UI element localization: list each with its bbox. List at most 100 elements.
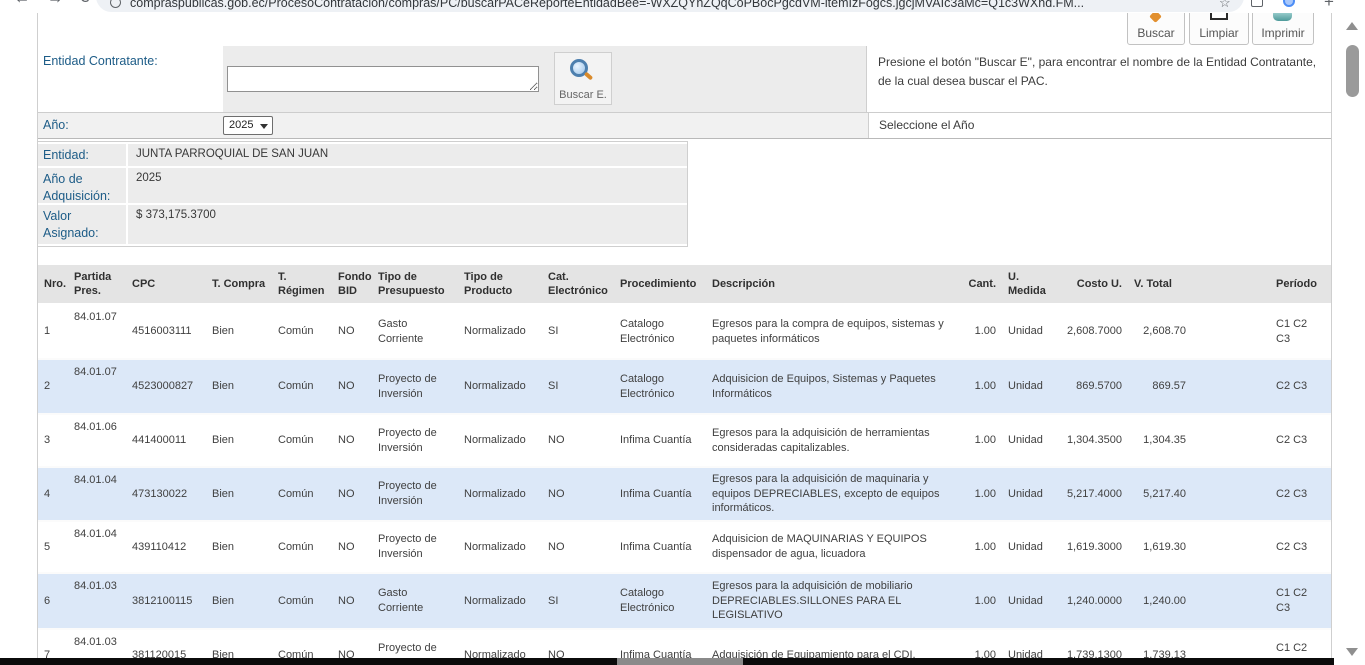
vertical-scrollbar[interactable] [1334,13,1365,665]
buscar-e-button[interactable]: Buscar E. [554,52,612,105]
cell-descripcion: Egresos para la adquisición de herramien… [706,414,962,467]
cell-cat-electronico: NO [542,521,614,573]
buscar-button[interactable]: Buscar [1127,13,1185,45]
entidad-contratante-input[interactable] [227,66,539,92]
back-icon[interactable]: ← [14,0,30,7]
content-frame: Buscar Limpiar Imprimir Entidad Contrata… [37,13,1332,658]
anio-select[interactable]: 2025 [223,116,273,135]
table-row: 284.01.074523000827BienComúnNOProyecto d… [38,359,1331,414]
cell-descripcion: Egresos para la adquisición de maquinari… [706,467,962,521]
profile-avatar[interactable] [1283,0,1295,7]
buscar-button-label: Buscar [1128,26,1184,40]
col-header-nro: Nro. [38,265,68,304]
buscar-icon [1145,13,1167,22]
cell-nro: 7 [38,629,68,658]
cell-cat-electronico: NO [542,467,614,521]
col-header-u-medida: U. Medida [1002,265,1054,304]
side-panel-icon[interactable] [1251,0,1263,7]
cell-fondo-bid: NO [332,629,372,658]
url-text[interactable]: compraspublicas.gob.ec/ProcesoContrataci… [130,0,1084,10]
cell-tipo-producto: Normalizado [458,304,542,359]
cell-cant: 1.00 [962,414,1002,467]
cell-cpc: 441400011 [126,414,206,467]
cell-costo-u: 1,240.0000 [1054,573,1128,629]
anio-help-text: Seleccione el Año [868,113,1331,138]
cell-t-compra: Bien [206,304,272,359]
buscar-e-label: Buscar E. [555,89,611,101]
cell-periodo: C2 C3 [1192,467,1331,521]
cell-tipo-producto: Normalizado [458,414,542,467]
reload-icon[interactable]: ⟳ [80,0,93,7]
cell-tipo-producto: Normalizado [458,573,542,629]
cell-descripcion: Adquisición de Equipamiento para el CDI. [706,629,962,658]
cell-u-medida: Unidad [1002,573,1054,629]
cell-costo-u: 869.5700 [1054,359,1128,414]
scrollbar-thumb[interactable] [1346,45,1359,97]
browser-menu-icon[interactable]: + [1324,0,1334,12]
cell-procedimiento: Infima Cuantía [614,629,706,658]
table-header-row: Nro.Partida Pres.CPCT. CompraT. RégimenF… [38,265,1331,304]
limpiar-button[interactable]: Limpiar [1189,13,1249,45]
cell-u-medida: Unidad [1002,467,1054,521]
limpiar-button-label: Limpiar [1190,26,1248,40]
cell-t-compra: Bien [206,521,272,573]
cell-cant: 1.00 [962,573,1002,629]
browser-chrome: ← → ⟳ compraspublicas.gob.ec/ProcesoCont… [0,0,1365,13]
cell-v-total: 869.57 [1128,359,1192,414]
scroll-up-icon[interactable] [1346,22,1358,30]
cell-t-regimen: Común [272,467,332,521]
anio-row: Año: 2025 Seleccione el Año [38,112,1331,139]
cell-fondo-bid: NO [332,359,372,414]
cell-cat-electronico: SI [542,573,614,629]
table-row: 184.01.074516003111BienComúnNOGasto Corr… [38,304,1331,359]
printer-icon [1272,13,1294,22]
cell-nro: 5 [38,521,68,573]
cell-cpc: 4516003111 [126,304,206,359]
cell-cat-electronico: NO [542,629,614,658]
cell-costo-u: 2,608.7000 [1054,304,1128,359]
cell-t-compra: Bien [206,573,272,629]
bookmark-star-icon[interactable]: ☆ [1219,0,1231,11]
cell-tipo-producto: Normalizado [458,629,542,658]
cell-u-medida: Unidad [1002,304,1054,359]
cell-procedimiento: Catalogo Electrónico [614,304,706,359]
cell-t-compra: Bien [206,629,272,658]
cell-partida-pres: 84.01.03 [68,573,126,629]
magnifier-icon [570,59,590,79]
col-header-partida-pres: Partida Pres. [68,265,126,304]
cell-nro: 3 [38,414,68,467]
entidad-contratante-label: Entidad Contratante: [43,54,158,68]
cell-costo-u: 5,217.4000 [1054,467,1128,521]
cell-partida-pres: 84.01.04 [68,521,126,573]
cell-t-regimen: Común [272,304,332,359]
cell-fondo-bid: NO [332,304,372,359]
anio-label: Año: [43,118,69,132]
cell-cant: 1.00 [962,629,1002,658]
cell-tipo-presupuesto: Proyecto de Inversión [372,414,458,467]
table-row: 584.01.04439110412BienComúnNOProyecto de… [38,521,1331,573]
cell-fondo-bid: NO [332,573,372,629]
table-row: 484.01.04473130022BienComúnNOProyecto de… [38,467,1331,521]
forward-icon[interactable]: → [47,0,63,7]
cell-t-compra: Bien [206,414,272,467]
cell-tipo-presupuesto: Proyecto de Inversión [372,629,458,658]
pac-search-page: ← → ⟳ compraspublicas.gob.ec/ProcesoCont… [0,0,1365,665]
col-header-t-regimen: T. Régimen [272,265,332,304]
info-label: Año de Adquisición: [38,168,126,203]
cell-cpc: 3812100115 [126,573,206,629]
cell-fondo-bid: NO [332,414,372,467]
cell-u-medida: Unidad [1002,359,1054,414]
cell-costo-u: 1,304.3500 [1054,414,1128,467]
col-header-descripcion: Descripción [706,265,962,304]
cell-descripcion: Adquisicion de MAQUINARIAS Y EQUIPOS dis… [706,521,962,573]
cell-tipo-producto: Normalizado [458,359,542,414]
cell-tipo-presupuesto: Proyecto de Inversión [372,359,458,414]
scroll-down-icon[interactable] [1346,648,1358,656]
imprimir-button[interactable]: Imprimir [1252,13,1314,45]
cell-u-medida: Unidad [1002,521,1054,573]
cell-cat-electronico: SI [542,359,614,414]
cell-cat-electronico: SI [542,304,614,359]
cell-cant: 1.00 [962,359,1002,414]
cell-v-total: 1,739.13 [1128,629,1192,658]
cell-u-medida: Unidad [1002,629,1054,658]
